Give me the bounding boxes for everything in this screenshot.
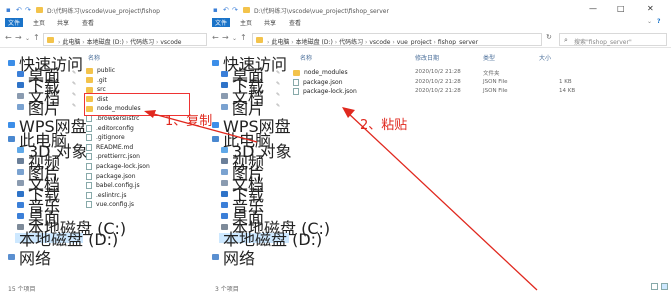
copy-annotation: 1、复制	[165, 114, 213, 129]
paste-annotation: 2、粘贴	[360, 118, 408, 133]
annotation-arrows	[144, 107, 538, 291]
paste-arrow	[342, 107, 538, 291]
